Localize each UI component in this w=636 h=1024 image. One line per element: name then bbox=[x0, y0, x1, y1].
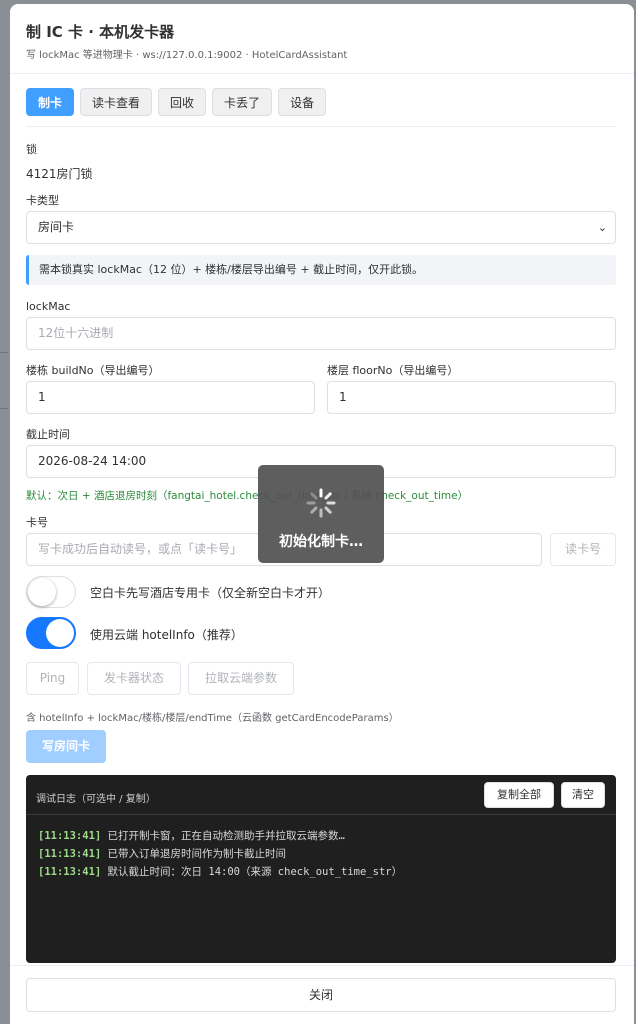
lock-value: 4121房门锁 bbox=[26, 167, 93, 181]
loading-overlay: 初始化制卡… bbox=[258, 465, 384, 563]
loading-text: 初始化制卡… bbox=[279, 534, 363, 550]
ping-button[interactable]: Ping bbox=[26, 662, 79, 695]
deadline-label: 截止时间 bbox=[26, 428, 70, 441]
read-card-no-button[interactable]: 读卡号 bbox=[550, 533, 616, 566]
write-room-card-button[interactable]: 写房间卡 bbox=[26, 730, 106, 763]
backdrop-mark bbox=[0, 352, 8, 353]
params-note: 含 hotelInfo + lockMac/楼栋/楼层/endTime（云函数 … bbox=[26, 713, 399, 724]
lockmac-input[interactable]: 12位十六进制 bbox=[26, 317, 616, 350]
blank-card-toggle[interactable] bbox=[26, 576, 76, 608]
backdrop-mark bbox=[0, 408, 8, 409]
card-type-selected: 房间卡 bbox=[38, 220, 75, 234]
card-type-select[interactable]: 房间卡 ⌄ bbox=[26, 211, 616, 244]
close-button[interactable]: 关闭 bbox=[26, 978, 616, 1012]
tab-make-card[interactable]: 制卡 bbox=[26, 88, 75, 116]
dialog-subtitle: 写 lockMac 等进物理卡 · ws://127.0.0.1:9002 · … bbox=[26, 50, 348, 61]
log-message: 已带入订单退房时间作为制卡截止时间 bbox=[107, 848, 287, 860]
spinner-icon bbox=[306, 488, 336, 518]
tab-divider bbox=[26, 126, 616, 127]
debug-log-title: 调试日志（可选中 / 复制） bbox=[36, 794, 156, 805]
chevron-down-icon: ⌄ bbox=[597, 221, 607, 234]
info-callout: 需本锁真实 lockMac（12 位）+ 楼栋/楼层导出编号 + 截止时间，仅开… bbox=[26, 255, 616, 285]
build-no-input[interactable]: 1 bbox=[26, 381, 315, 414]
blank-card-toggle-label: 空白卡先写酒店专用卡（仅全新空白卡才开） bbox=[90, 586, 331, 600]
floor-no-label: 楼层 floorNo（导出编号） bbox=[327, 364, 459, 377]
log-message: 已打开制卡窗，正在自动检测助手并拉取云端参数… bbox=[107, 830, 345, 842]
tab-device[interactable]: 设备 bbox=[278, 88, 327, 116]
copy-all-button[interactable]: 复制全部 bbox=[484, 782, 554, 808]
log-line: [11:13:41] 已打开制卡窗，正在自动检测助手并拉取云端参数… bbox=[38, 828, 345, 843]
log-timestamp: [11:13:41] bbox=[38, 866, 102, 878]
dialog-title: 制 IC 卡 · 本机发卡器 bbox=[26, 23, 175, 41]
tab-bar: 制卡 读卡查看 回收 卡丢了 设备 bbox=[26, 88, 327, 118]
log-line: [11:13:41] 默认截止时间：次日 14:00（来源 check_out_… bbox=[38, 864, 402, 879]
fetch-cloud-params-button[interactable]: 拉取云端参数 bbox=[188, 662, 294, 695]
log-line: [11:13:41] 已带入订单退房时间作为制卡截止时间 bbox=[38, 846, 286, 861]
toggle-knob bbox=[46, 619, 74, 647]
dialog-footer: 关闭 bbox=[10, 965, 634, 1024]
cloud-hotelinfo-toggle[interactable] bbox=[26, 617, 76, 649]
card-type-label: 卡类型 bbox=[26, 194, 59, 207]
tab-recycle[interactable]: 回收 bbox=[158, 88, 207, 116]
clear-log-button[interactable]: 清空 bbox=[561, 782, 605, 808]
log-timestamp: [11:13:41] bbox=[38, 830, 102, 842]
reader-status-button[interactable]: 发卡器状态 bbox=[87, 662, 181, 695]
log-timestamp: [11:13:41] bbox=[38, 848, 102, 860]
deadline-hint: 默认：次日 + 酒店退房时刻（fangtai_hotel.check_out_t… bbox=[26, 490, 469, 502]
cloud-hotelinfo-toggle-label: 使用云端 hotelInfo（推荐） bbox=[90, 628, 243, 642]
lockmac-label: lockMac bbox=[26, 300, 71, 313]
build-no-label: 楼栋 buildNo（导出编号） bbox=[26, 364, 160, 377]
debug-log-header: 调试日志（可选中 / 复制） 复制全部 清空 bbox=[26, 775, 616, 815]
card-maker-dialog: 制 IC 卡 · 本机发卡器 写 lockMac 等进物理卡 · ws://12… bbox=[10, 4, 634, 1024]
dialog-header: 制 IC 卡 · 本机发卡器 写 lockMac 等进物理卡 · ws://12… bbox=[10, 4, 634, 74]
tab-card-lost[interactable]: 卡丢了 bbox=[212, 88, 273, 116]
toggle-knob bbox=[28, 578, 56, 606]
lock-label: 锁 bbox=[26, 143, 37, 156]
card-no-label: 卡号 bbox=[26, 516, 48, 529]
floor-no-input[interactable]: 1 bbox=[327, 381, 616, 414]
debug-log-panel: 调试日志（可选中 / 复制） 复制全部 清空 [11:13:41] 已打开制卡窗… bbox=[26, 775, 616, 963]
log-message: 默认截止时间：次日 14:00（来源 check_out_time_str） bbox=[107, 866, 403, 878]
tab-read-card[interactable]: 读卡查看 bbox=[80, 88, 153, 116]
